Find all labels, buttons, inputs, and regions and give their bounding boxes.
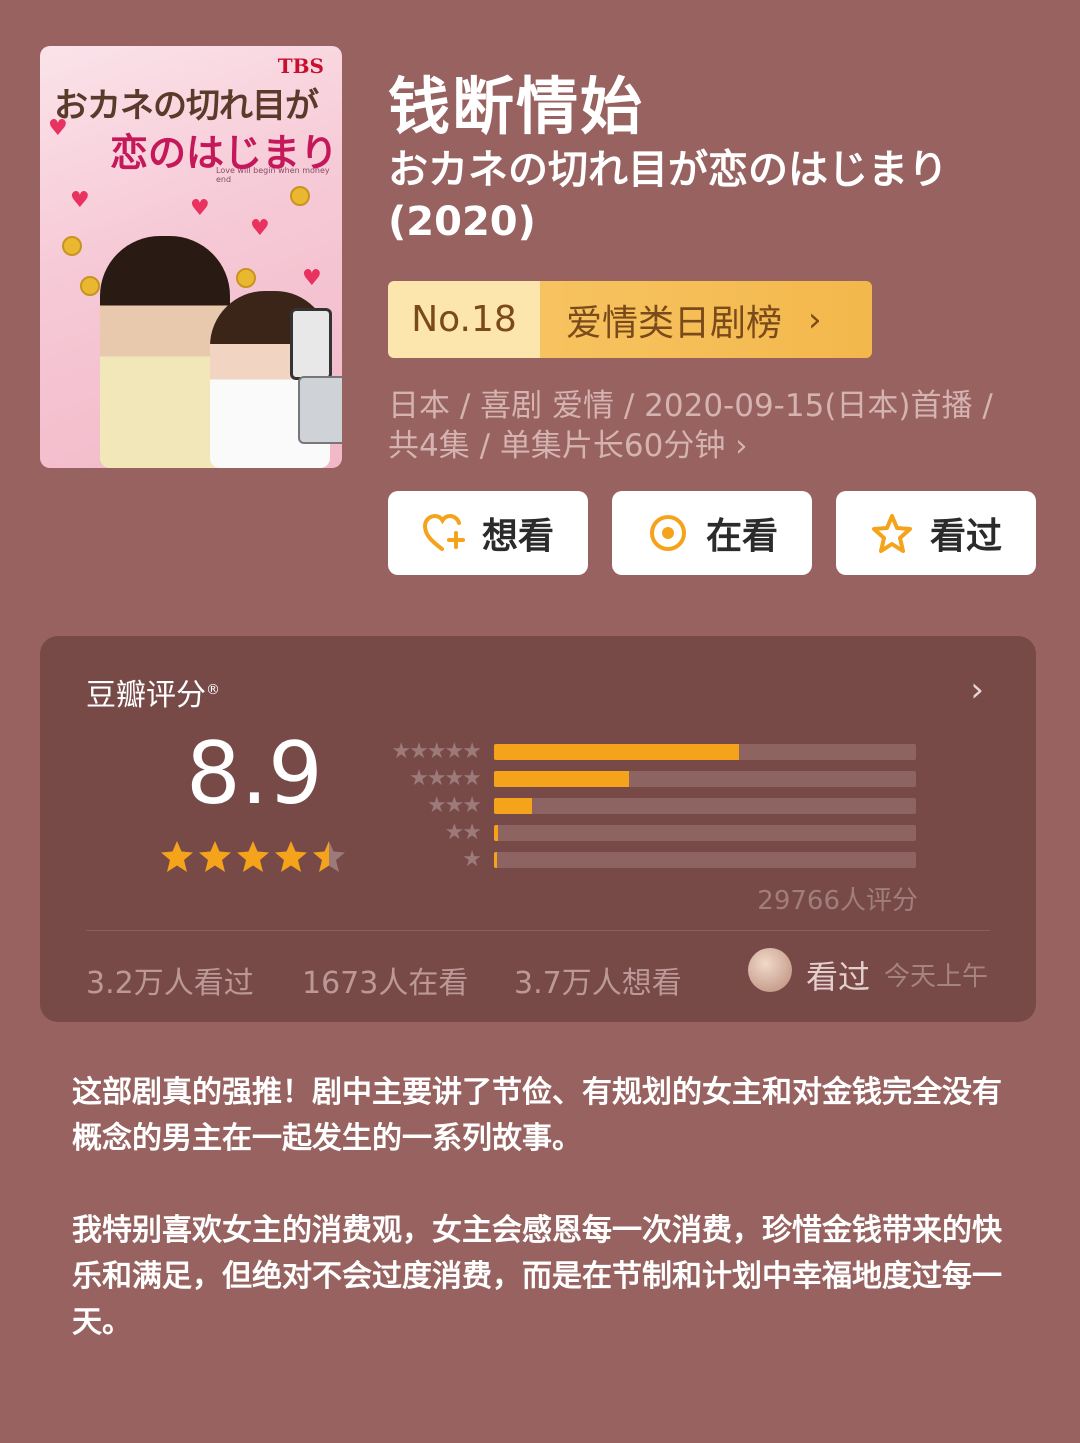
rating-star-icon (199, 841, 231, 872)
rating-score: 8.9 (186, 724, 323, 824)
distribution-row: ★★★★ (370, 765, 930, 792)
poster-tagline: Love will begin when money end (216, 166, 330, 184)
chevron-right-icon[interactable]: › (970, 670, 984, 710)
distribution-track (494, 770, 916, 787)
distribution-stars: ★★★★ (409, 766, 482, 791)
heart-decoration-icon: ♥ (250, 216, 270, 241)
divider (86, 930, 990, 931)
coin-decoration-icon (80, 276, 100, 296)
user-status-time: 今天上午 (884, 962, 989, 992)
registered-mark: ® (206, 682, 220, 698)
rating-source-text: 豆瓣评分 (86, 678, 206, 713)
distribution-stars: ★★ (444, 820, 482, 845)
distribution-stars: ★★★★★ (391, 739, 482, 764)
ranking-category: 爱情类日剧榜 › (540, 281, 872, 358)
distribution-row: ★★ (370, 819, 930, 846)
rating-stars (160, 840, 346, 874)
distribution-track (494, 824, 916, 841)
target-icon (646, 511, 690, 555)
ranking-category-label: 爱情类日剧榜 (566, 302, 783, 344)
network-logo: TBS (277, 54, 324, 78)
heart-plus-icon (422, 511, 466, 555)
poster-calculator (298, 376, 342, 444)
watched-button[interactable]: 看过 (836, 491, 1036, 575)
avatar[interactable] (748, 948, 792, 992)
heart-decoration-icon: ♥ (190, 196, 210, 221)
show-meta[interactable]: 日本 / 喜剧 爱情 / 2020-09-15(日本)首播 / 共4集 / 单集… (388, 386, 1048, 466)
want-to-watch-label: 想看 (481, 516, 554, 557)
coin-decoration-icon (236, 268, 256, 288)
poster-image[interactable]: TBS おカネの切れ目が 恋のはじまり Love will begin when… (40, 46, 342, 468)
star-outline-icon (870, 511, 914, 555)
heart-decoration-icon: ♥ (70, 188, 90, 213)
coin-decoration-icon (62, 236, 82, 256)
heart-decoration-icon: ♥ (302, 266, 322, 291)
rating-star-icon (313, 841, 345, 872)
rating-distribution: ★★★★★ ★★★★ ★★★ ★★ ★ (370, 738, 930, 873)
rating-source-label: 豆瓣评分® (86, 670, 220, 714)
watching-label: 在看 (705, 516, 778, 557)
distribution-track (494, 797, 916, 814)
original-title: おカネの切れ目が恋のはじまり (2020) (388, 147, 948, 245)
rating-star-icon (275, 841, 307, 872)
wish-count[interactable]: 3.7万人想看 (514, 958, 682, 1002)
distribution-track (494, 743, 916, 760)
review-paragraph-2: 我特别喜欢女主的消费观，女主会感恩每一次消费，珍惜金钱带来的快乐和满足，但绝对不… (72, 1213, 1002, 1340)
distribution-bar (494, 824, 499, 841)
distribution-stars: ★★★ (426, 793, 482, 818)
heart-decoration-icon: ♥ (48, 116, 68, 141)
poster-title-line1: おカネの切れ目が (54, 86, 319, 126)
user-status: 看过 (806, 958, 871, 996)
rating-card[interactable]: 豆瓣评分® › 8.9 ★★★★★ ★★★★ ★★★ ★★ ★ 29766人评分 3.2… (40, 636, 1036, 1022)
ranking-number: No.18 (388, 281, 540, 358)
want-to-watch-button[interactable]: 想看 (388, 491, 588, 575)
page-title: 钱断情始 (388, 70, 645, 143)
watched-count[interactable]: 3.2万人看过 (86, 958, 254, 1002)
distribution-bar (494, 797, 532, 814)
distribution-track (494, 851, 916, 868)
distribution-stars: ★ (462, 847, 482, 872)
coin-decoration-icon (290, 186, 310, 206)
watched-label: 看过 (929, 516, 1002, 557)
rating-star-icon (237, 841, 269, 872)
watching-button[interactable]: 在看 (612, 491, 812, 575)
distribution-bar (494, 743, 739, 760)
distribution-bar (494, 770, 630, 787)
poster-phone (290, 308, 332, 380)
distribution-row: ★★★★★ (370, 738, 930, 765)
distribution-row: ★★★ (370, 792, 930, 819)
chevron-right-icon: › (808, 299, 822, 340)
rating-star-icon (161, 841, 193, 872)
distribution-bar (494, 851, 497, 868)
watching-count[interactable]: 1673人在看 (302, 958, 468, 1002)
rating-count[interactable]: 29766人评分 (757, 880, 918, 917)
distribution-row: ★ (370, 846, 930, 873)
meta-line-2: 共4集 / 单集片长60分钟 › (388, 428, 748, 464)
review-paragraph-1: 这部剧真的强推！剧中主要讲了节俭、有规划的女主和对金钱完全没有概念的男主在一起发… (72, 1075, 1002, 1156)
ranking-badge[interactable]: No.18 爱情类日剧榜 › (388, 281, 872, 358)
meta-line-1: 日本 / 喜剧 爱情 / 2020-09-15(日本)首播 / (388, 388, 993, 424)
